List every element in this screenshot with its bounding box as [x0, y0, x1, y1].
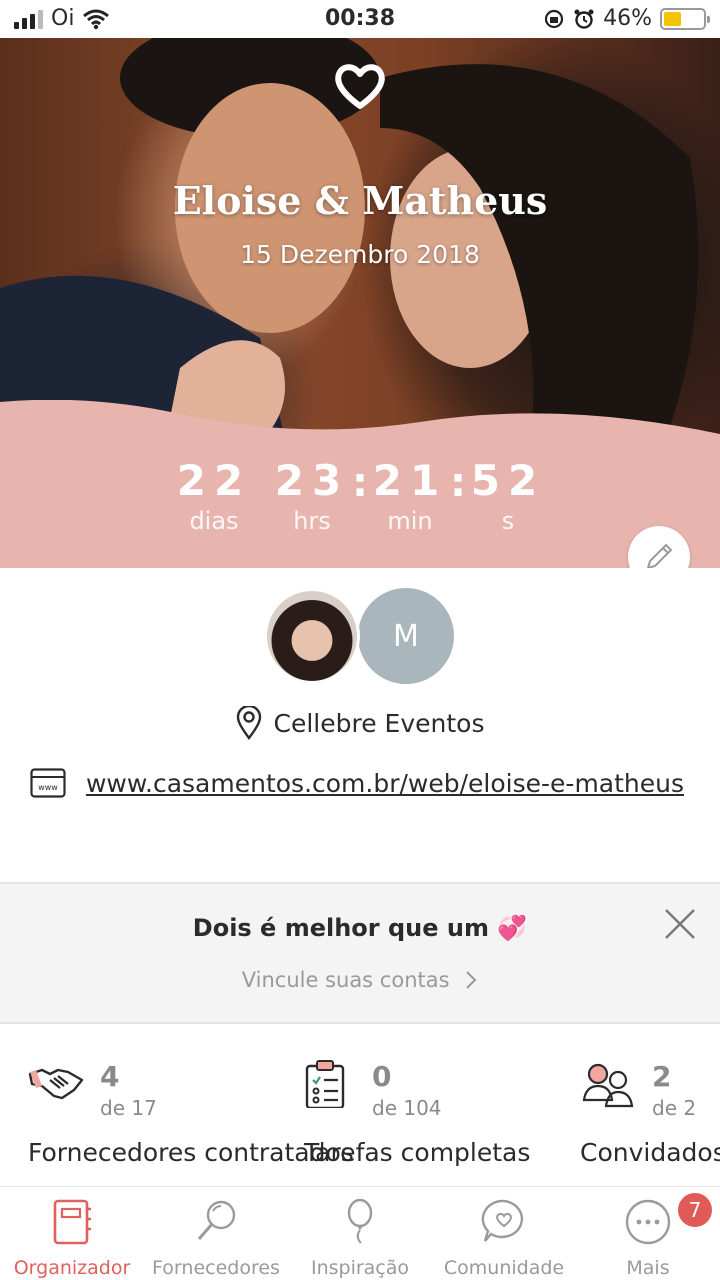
tab-fornecedores[interactable]: Fornecedores: [144, 1197, 288, 1280]
tab-inspiracao[interactable]: Inspiração: [288, 1197, 432, 1280]
bottom-tab-bar: Organizador Fornecedores Inspiração Comu…: [0, 1186, 720, 1280]
status-right: 46%: [543, 6, 710, 31]
venue-row[interactable]: Cellebre Eventos: [0, 706, 720, 740]
stat-guests-total: de 2: [652, 1096, 697, 1120]
heart-outline-icon: [0, 62, 720, 119]
tab-comunidade-label: Comunidade: [443, 1257, 565, 1279]
link-accounts-link[interactable]: Vincule suas contas: [0, 968, 720, 992]
chevron-right-icon: [466, 971, 477, 989]
tab-mais-label: Mais: [626, 1257, 670, 1279]
more-dots-icon: [625, 1199, 671, 1245]
handshake-icon: [28, 1068, 84, 1100]
countdown-seconds: 52 s: [448, 456, 568, 535]
tab-fornecedores-label: Fornecedores: [152, 1257, 280, 1279]
pencil-icon: [646, 543, 673, 568]
location-pin-icon: [236, 706, 261, 740]
chat-heart-icon: [481, 1199, 524, 1242]
summary-stats: 4 de 17 Fornecedores contratados 0 de 10…: [0, 1046, 720, 1186]
notification-badge: 7: [676, 1191, 714, 1229]
partner-avatar[interactable]: M: [358, 588, 454, 684]
countdown: 22 dias 23 hrs : 21 min : 52 s: [0, 456, 720, 566]
close-icon[interactable]: [662, 906, 698, 942]
banner-title: Dois é melhor que um 💞: [192, 914, 528, 942]
stat-guests-label: Convidados confirmados: [580, 1138, 720, 1167]
stat-tasks-total: de 104: [372, 1096, 442, 1120]
stat-guests-count: 2: [652, 1060, 672, 1093]
couple-names: Eloise & Matheus: [172, 178, 548, 223]
tab-comunidade[interactable]: Comunidade: [432, 1197, 576, 1280]
tab-mais[interactable]: Mais 7: [576, 1191, 720, 1280]
venue-name: Cellebre Eventos: [273, 708, 485, 738]
alarm-icon: [574, 9, 594, 29]
battery-fill: [664, 11, 682, 26]
www-browser-icon: www: [30, 768, 66, 798]
clipboard-checklist-icon: [305, 1060, 345, 1108]
partner-initial: M: [393, 618, 419, 654]
wedding-date: 15 Dezembro 2018: [240, 240, 480, 269]
couple-avatars[interactable]: M: [264, 588, 456, 684]
link-accounts-banner: Dois é melhor que um 💞 Vincule suas cont…: [0, 882, 720, 1024]
stat-tasks-count: 0: [372, 1060, 392, 1093]
countdown-seconds-unit: s: [501, 507, 515, 535]
battery-percent: 46%: [603, 6, 652, 31]
couple-hero: Eloise & Matheus 15 Dezembro 2018 22 dia…: [0, 38, 720, 568]
guests-icon: [582, 1063, 634, 1108]
battery-icon: [660, 7, 710, 30]
rotation-lock-icon: [544, 9, 564, 28]
website-row[interactable]: www www.casamentos.com.br/web/eloise-e-m…: [30, 762, 690, 805]
website-link[interactable]: www.casamentos.com.br/web/eloise-e-mathe…: [80, 762, 690, 805]
tab-inspiracao-label: Inspiração: [310, 1257, 410, 1279]
tab-organizador[interactable]: Organizador: [0, 1197, 144, 1280]
link-accounts-label: Vincule suas contas: [241, 968, 450, 992]
tab-organizador-label: Organizador: [13, 1257, 131, 1279]
stat-vendors-total: de 17: [100, 1096, 157, 1120]
planner-book-icon: [53, 1199, 91, 1245]
avatar[interactable]: [264, 588, 360, 684]
countdown-seconds-value: 52: [470, 456, 546, 505]
stat-tasks-label: Tarefas completas: [304, 1138, 531, 1167]
magnifier-icon: [197, 1200, 236, 1240]
status-bar: Oi 00:38 46%: [0, 0, 720, 38]
balloon-icon: [347, 1198, 373, 1244]
svg-text:www: www: [38, 783, 58, 792]
stat-vendors-count: 4: [100, 1060, 120, 1093]
